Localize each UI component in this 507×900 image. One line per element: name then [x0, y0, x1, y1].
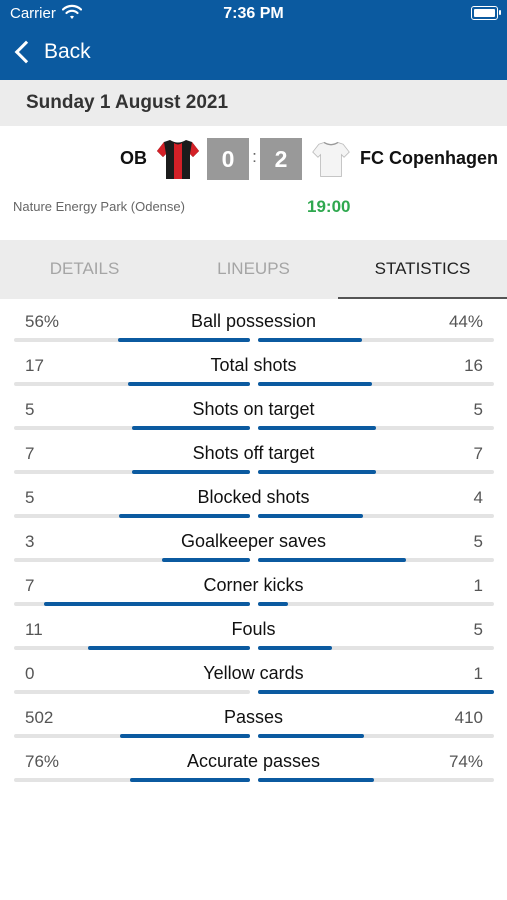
stat-away-track	[258, 470, 494, 474]
stat-away-value: 4	[473, 488, 483, 507]
tab-statistics[interactable]: STATISTICS	[338, 240, 507, 299]
stat-label: Ball possession	[190, 311, 317, 331]
stat-away-bar	[258, 646, 332, 650]
nav-header: Carrier 7:36 PM Back	[0, 0, 507, 80]
stat-home-track	[14, 382, 250, 386]
stat-row: 17 Total shots 16	[0, 344, 507, 388]
stat-away-bar	[258, 426, 376, 430]
back-label: Back	[44, 40, 91, 63]
stat-away-bar	[258, 470, 376, 474]
stat-row: 7 Shots off target 7	[0, 432, 507, 476]
stat-label: Fouls	[231, 619, 276, 639]
stat-home-bar	[87, 646, 250, 650]
stat-away-value: 5	[473, 620, 483, 639]
back-button[interactable]: Back	[12, 36, 91, 68]
stat-away-track	[258, 426, 494, 430]
stat-home-track	[14, 558, 250, 562]
stat-away-track	[258, 382, 494, 386]
stat-away-track	[258, 778, 494, 782]
stat-home-bar	[117, 338, 250, 342]
stat-home-track	[14, 690, 250, 694]
stat-home-track	[14, 426, 250, 430]
tab-details[interactable]: DETAILS	[0, 240, 169, 299]
stat-away-value: 44%	[448, 312, 483, 331]
stat-home-bar	[132, 426, 250, 430]
score-separator: :	[252, 147, 257, 166]
stat-home-bar	[120, 734, 250, 738]
stat-label: Blocked shots	[197, 487, 310, 507]
stat-away-track	[258, 514, 494, 518]
stat-away-bar	[258, 602, 288, 606]
battery-icon	[471, 6, 501, 20]
stat-home-track	[14, 470, 250, 474]
chevron-left-icon	[14, 40, 38, 64]
stat-away-track	[258, 558, 494, 562]
stat-away-bar	[258, 338, 362, 342]
stat-home-track	[14, 646, 250, 650]
tab-lineups[interactable]: LINEUPS	[169, 240, 338, 299]
stat-home-bar	[128, 382, 250, 386]
stat-home-track	[14, 514, 250, 518]
stat-home-bar	[161, 558, 250, 562]
stat-away-bar	[258, 382, 373, 386]
stat-away-track	[258, 338, 494, 342]
stat-label: Yellow cards	[203, 663, 304, 683]
stat-row: 11 Fouls 5	[0, 608, 507, 652]
stat-home-track	[14, 602, 250, 606]
away-team-name: FC Copenhagen	[360, 148, 498, 168]
stat-away-bar	[258, 690, 494, 694]
stat-home-bar	[130, 778, 250, 782]
stat-home-track	[14, 734, 250, 738]
stat-away-bar	[258, 558, 406, 562]
stat-home-track	[14, 778, 250, 782]
stat-label: Accurate passes	[186, 751, 321, 771]
date-bar: Sunday 1 August 2021	[0, 80, 507, 126]
match-date: Sunday 1 August 2021	[26, 92, 229, 113]
away-score: 2	[260, 138, 302, 180]
away-jersey-icon	[312, 141, 350, 177]
stat-row: 3 Goalkeeper saves 5	[0, 520, 507, 564]
stat-home-track	[14, 338, 250, 342]
tab-bar: DETAILS LINEUPS STATISTICS	[0, 240, 507, 299]
stat-away-value: 1	[473, 576, 483, 595]
stat-label: Corner kicks	[203, 575, 304, 595]
stat-label: Shots off target	[192, 443, 315, 463]
stat-label: Goalkeeper saves	[180, 531, 327, 551]
stat-away-value: 7	[473, 444, 483, 463]
stat-row: 5 Blocked shots 4	[0, 476, 507, 520]
stat-away-track	[258, 646, 494, 650]
stat-away-bar	[258, 778, 375, 782]
stat-away-value: 16	[464, 356, 483, 375]
stat-row: 502 Passes 410	[0, 696, 507, 740]
home-score: 0	[207, 138, 249, 180]
stat-away-bar	[258, 514, 363, 518]
stat-home-bar	[118, 514, 250, 518]
stat-home-bar	[43, 602, 250, 606]
stat-row: 56% Ball possession 44%	[0, 300, 507, 344]
stat-away-value: 5	[473, 532, 483, 551]
stat-label: Passes	[223, 707, 284, 727]
stat-row: 7 Corner kicks 1	[0, 564, 507, 608]
stat-away-value: 74%	[448, 752, 483, 771]
stat-away-value: 5	[473, 400, 483, 419]
stat-away-track	[258, 690, 494, 694]
stat-row: 5 Shots on target 5	[0, 388, 507, 432]
stat-row: 76% Accurate passes 74%	[0, 740, 507, 784]
stat-label: Total shots	[210, 355, 297, 375]
stat-away-value: 410	[454, 708, 483, 727]
kickoff-time: 19:00	[307, 197, 351, 216]
stat-label: Shots on target	[192, 399, 315, 419]
stat-away-value: 1	[473, 664, 483, 683]
home-jersey-icon	[157, 140, 199, 179]
stat-away-bar	[258, 734, 365, 738]
venue: Nature Energy Park (Odense)	[13, 199, 185, 214]
stat-away-track	[258, 602, 494, 606]
stat-away-track	[258, 734, 494, 738]
stat-row: 0 Yellow cards 1	[0, 652, 507, 696]
stat-home-bar	[132, 470, 250, 474]
status-time: 7:36 PM	[223, 5, 284, 22]
home-team-name: OB	[120, 148, 147, 168]
